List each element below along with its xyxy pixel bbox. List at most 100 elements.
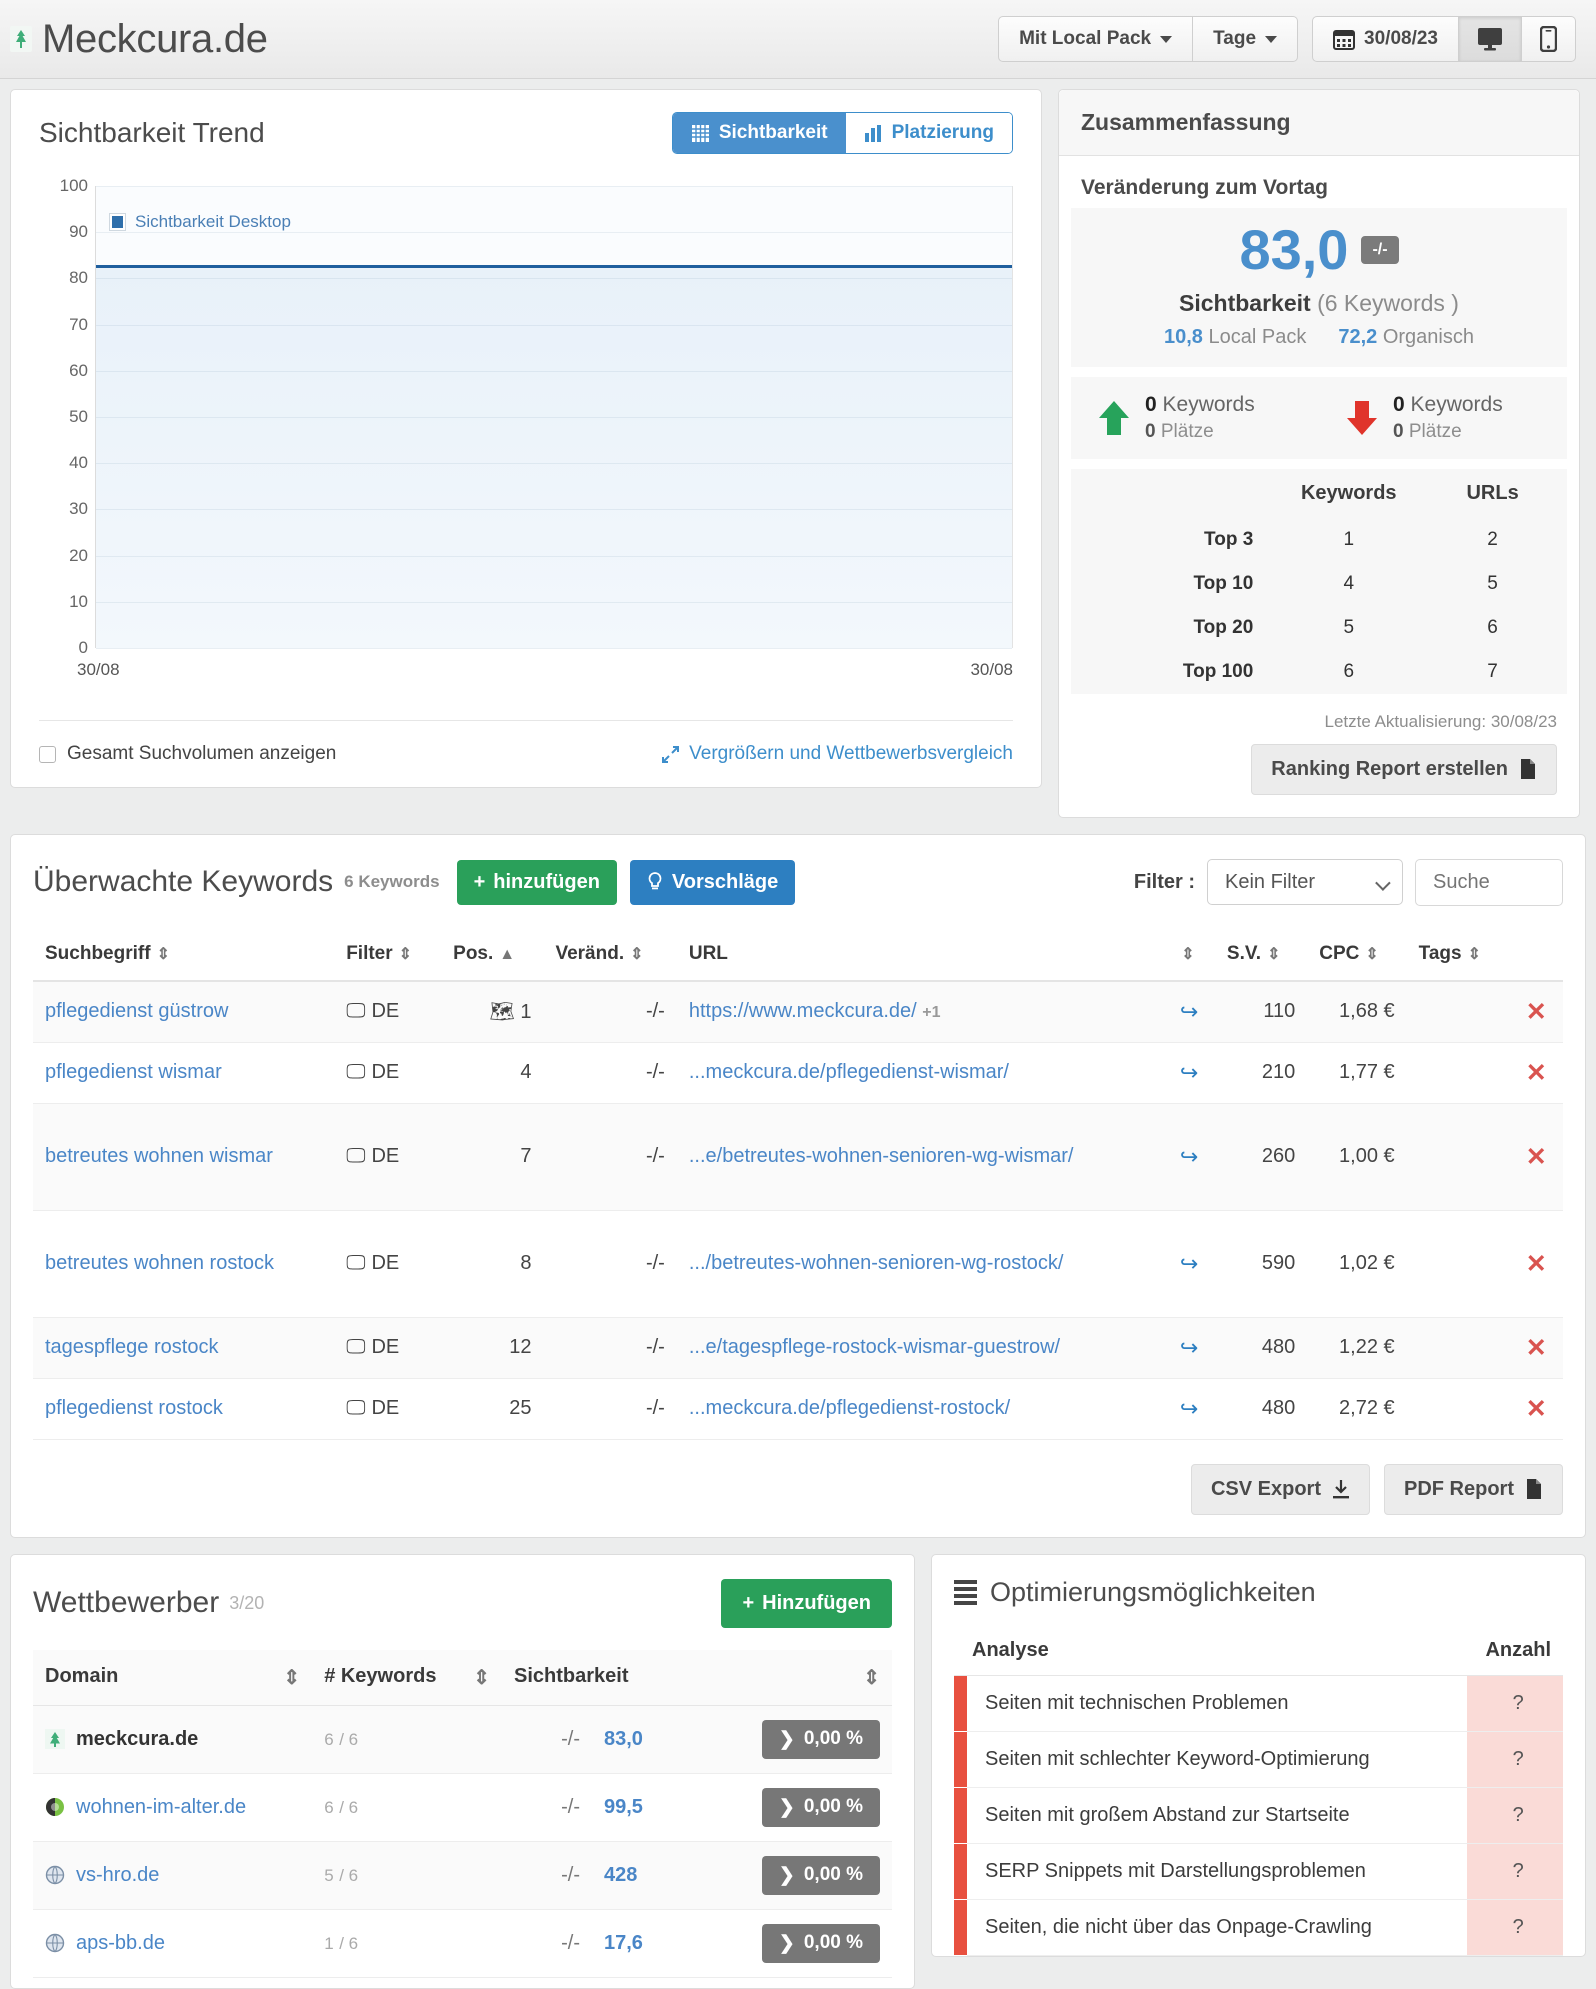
keyword-cpc: 1,77 € (1307, 1042, 1407, 1104)
competitor-domain-cell: wohnen-im-alter.de (45, 1796, 300, 1819)
keyword-url-extra: +1 (922, 1004, 941, 1022)
keyword-url[interactable]: .../betreutes-wohnen-senioren-wg-rostock… (676, 1210, 1164, 1318)
keyword-change: -/- (543, 980, 677, 1043)
keyword-open-link[interactable]: ↪ (1163, 1317, 1215, 1379)
keyword-term[interactable]: pflegedienst rostock (33, 1378, 335, 1440)
keyword-sv: 480 (1214, 1378, 1308, 1440)
visibility-trend-panel: Sichtbarkeit Trend Sichtbarkeit Platzier… (10, 89, 1042, 788)
col-pos-label: Pos. (453, 942, 494, 964)
keyword-tags[interactable] (1406, 1317, 1510, 1379)
col-sv[interactable]: S.V. ⇕ (1214, 927, 1308, 982)
keyword-delete[interactable]: ✕ (1509, 1103, 1563, 1211)
competitors-table-header: Domain ⇕ # Keywords ⇕ Sichtbarkeit ⇕ (33, 1649, 892, 1706)
table-row: Top 3 1 2 (1071, 518, 1567, 562)
col-url-sort[interactable]: ⇕ (1163, 927, 1215, 982)
keyword-tags[interactable] (1406, 1210, 1510, 1318)
keyword-tags[interactable] (1406, 1103, 1510, 1211)
keyword-term[interactable]: betreutes wohnen wismar (33, 1103, 335, 1211)
competitor-domain[interactable]: wohnen-im-alter.de (33, 1773, 313, 1842)
col-cpc[interactable]: CPC ⇕ (1307, 927, 1407, 982)
suggestions-button[interactable]: Vorschläge (629, 859, 796, 905)
down-keywords-label: Keywords (1410, 393, 1503, 416)
arrow-down-icon (1347, 400, 1377, 435)
device-toggle-mobile[interactable] (1522, 16, 1576, 62)
movement-down-text: 0 Keywords 0 Plätze (1393, 391, 1503, 445)
competitor-pct[interactable]: ❯ 0,00 % (722, 1841, 892, 1910)
col-domain[interactable]: Domain ⇕ (33, 1649, 313, 1706)
top-bar: Meckcura.de Mit Local Pack Tage 30/08/23 (0, 0, 1596, 79)
list-item[interactable]: Seiten mit technischen Problemen ? (954, 1675, 1563, 1732)
pdf-report-button[interactable]: PDF Report (1384, 1463, 1563, 1515)
enlarge-compare-link[interactable]: Vergrößern und Wettbewerbsvergleich (661, 743, 1013, 765)
keyword-open-link[interactable]: ↪ (1163, 1378, 1215, 1440)
competitor-domain-label: meckcura.de (76, 1727, 199, 1750)
keyword-url[interactable]: ...meckcura.de/pflegedienst-wismar/ (676, 1042, 1164, 1104)
search-input[interactable] (1415, 858, 1563, 906)
keyword-delete[interactable]: ✕ (1509, 1042, 1563, 1104)
col-url[interactable]: URL (676, 927, 1164, 982)
interval-dropdown[interactable]: Tage (1193, 16, 1299, 62)
y-tick-60: 60 (69, 360, 88, 380)
col-visibility[interactable]: Sichtbarkeit ⇕ (502, 1649, 892, 1706)
list-item[interactable]: Seiten, die nicht über das Onpage-Crawli… (954, 1899, 1563, 1956)
list-item[interactable]: SERP Snippets mit Darstellungsproblemen … (954, 1843, 1563, 1900)
col-suchbegriff[interactable]: Suchbegriff ⇕ (33, 927, 335, 982)
keyword-delete[interactable]: ✕ (1509, 980, 1563, 1043)
keyword-open-link[interactable]: ↪ (1163, 1210, 1215, 1318)
competitor-pct[interactable]: ❯ 0,00 % (722, 1705, 892, 1774)
list-item[interactable]: Seiten mit schlechter Keyword-Optimierun… (954, 1731, 1563, 1788)
keyword-tags[interactable] (1406, 1042, 1510, 1104)
competitor-domain[interactable]: vs-hro.de (33, 1841, 313, 1910)
keyword-open-link[interactable]: ↪ (1163, 1103, 1215, 1211)
add-keyword-button[interactable]: + hinzufügen (456, 859, 617, 905)
segment-buttons: Mit Local Pack Tage (998, 16, 1299, 62)
keyword-term[interactable]: tagespflege rostock (33, 1317, 335, 1379)
col-verand[interactable]: Veränd. ⇕ (543, 927, 677, 982)
keyword-term[interactable]: pflegedienst wismar (33, 1042, 335, 1104)
keyword-term[interactable]: betreutes wohnen rostock (33, 1210, 335, 1318)
rank-urls-top20: 6 (1487, 616, 1498, 638)
keyword-delete[interactable]: ✕ (1509, 1317, 1563, 1379)
competitor-domain[interactable]: meckcura.de (33, 1705, 313, 1774)
local-pack-dropdown[interactable]: Mit Local Pack (998, 16, 1194, 62)
add-competitor-button[interactable]: + Hinzufügen (721, 1578, 892, 1628)
severity-bar (954, 1787, 967, 1844)
visibility-value: 83,0 (1239, 218, 1349, 281)
col-num-keywords-label: # Keywords (324, 1664, 437, 1687)
list-item[interactable]: Seiten mit großem Abstand zur Startseite… (954, 1787, 1563, 1844)
keyword-open-link[interactable]: ↪ (1163, 1042, 1215, 1104)
col-filter[interactable]: Filter ⇕ (334, 927, 442, 982)
keyword-url[interactable]: ...e/tagespflege-rostock-wismar-guestrow… (676, 1317, 1164, 1379)
col-num-keywords[interactable]: # Keywords ⇕ (312, 1649, 502, 1706)
tab-platzierung[interactable]: Platzierung (845, 113, 1012, 153)
date-picker[interactable]: 30/08/23 (1312, 16, 1459, 62)
tab-sichtbarkeit[interactable]: Sichtbarkeit (672, 113, 846, 153)
csv-export-button[interactable]: CSV Export (1190, 1463, 1370, 1515)
keyword-open-link[interactable]: ↪ (1163, 980, 1215, 1043)
table-row: tagespflege rostock 🖵 DE 12 -/- ...e/tage… (33, 1317, 1563, 1379)
device-toggle-desktop[interactable] (1459, 16, 1522, 62)
keyword-delete[interactable]: ✕ (1509, 1210, 1563, 1318)
keyword-delete[interactable]: ✕ (1509, 1378, 1563, 1440)
keyword-url[interactable]: https://www.meckcura.de/ +1 (676, 980, 1164, 1043)
competitor-pct[interactable]: ❯ 0,00 % (722, 1773, 892, 1842)
keyword-url[interactable]: ...meckcura.de/pflegedienst-rostock/ (676, 1378, 1164, 1440)
legend-swatch-icon (109, 213, 126, 231)
rank-label-top20: Top 20 (1193, 616, 1254, 638)
keyword-term[interactable]: pflegedienst güstrow (33, 980, 335, 1043)
competitor-pct-button: ❯ 0,00 % (761, 1923, 880, 1963)
keyword-url[interactable]: ...e/betreutes-wohnen-senioren-wg-wismar… (676, 1103, 1164, 1211)
ranking-report-button[interactable]: Ranking Report erstellen (1251, 743, 1557, 795)
keyword-pos: 🗺 1 (441, 980, 544, 1043)
chart-legend[interactable]: Sichtbarkeit Desktop (109, 212, 291, 232)
total-search-volume-checkbox[interactable]: Gesamt Suchvolumen anzeigen (39, 743, 336, 765)
competitor-pct[interactable]: ❯ 0,00 % (722, 1909, 892, 1978)
col-tags[interactable]: Tags ⇕ (1406, 927, 1510, 982)
keyword-tags[interactable] (1406, 1378, 1510, 1440)
keyword-filter: 🖵 DE (334, 980, 442, 1043)
col-pos[interactable]: Pos. ▲ (441, 927, 544, 982)
keyword-pos: 25 (441, 1378, 544, 1440)
competitor-domain[interactable]: aps-bb.de (33, 1909, 313, 1978)
keyword-tags[interactable] (1406, 980, 1510, 1043)
filter-select[interactable]: Kein Filter (1207, 859, 1403, 906)
